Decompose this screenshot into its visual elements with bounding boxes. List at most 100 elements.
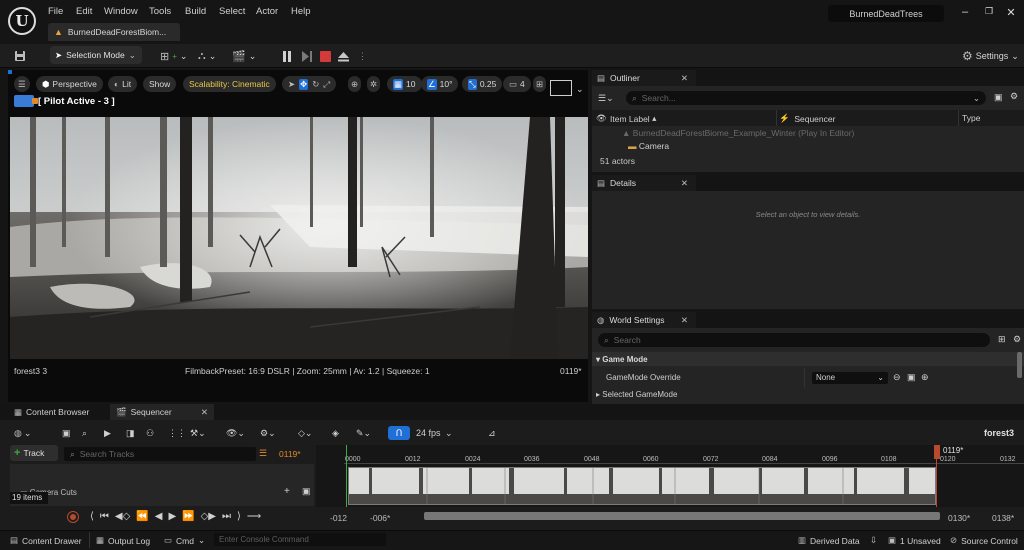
time-ruler[interactable] (344, 452, 1024, 464)
scale-tool-icon[interactable]: ⤢ (323, 79, 330, 90)
curve-editor-icon[interactable]: ⊿ (488, 426, 496, 440)
menu-build[interactable]: Build (185, 6, 206, 17)
close-icon[interactable]: ✕ (1000, 6, 1022, 20)
sequencer-tab[interactable]: 🎬 Sequencer ✕ (110, 404, 214, 420)
level-tab[interactable]: ▲ BurnedDeadForestBiom... (48, 23, 180, 41)
menu-window[interactable]: Window (104, 6, 138, 17)
view-options-icon[interactable]: 👁⌄ (226, 426, 245, 440)
add-track-button[interactable]: + Track (10, 445, 58, 461)
notifications-icon[interactable]: ⇩ (870, 534, 877, 547)
snap-magnet-icon[interactable]: Ո (388, 426, 410, 440)
layout-icon[interactable] (550, 80, 572, 96)
game-mode-section[interactable] (592, 352, 1024, 366)
visibility-column-icon[interactable]: 👁 (596, 113, 607, 124)
world-settings-search-input[interactable]: ⌕ Search (598, 333, 990, 347)
outliner-search-input[interactable]: ⌕ Search... ⌄ (626, 91, 986, 105)
snap-keys-icon[interactable]: ⋮⋮ (168, 426, 186, 440)
rotate-tool-icon[interactable]: ↻ (312, 79, 319, 90)
sequencer-column[interactable]: ⚡ Sequencer (779, 113, 835, 124)
maximize-viewport-button[interactable]: ⊞ (533, 76, 547, 92)
outliner-row-camera[interactable]: ▬ Camera (628, 141, 669, 151)
outliner-settings-icon[interactable]: ⚙ (1010, 91, 1018, 102)
surface-snap-button[interactable]: ✲ (367, 76, 381, 92)
curve-icon[interactable]: ◈ (332, 426, 339, 440)
output-log-button[interactable]: ▦ Output Log (96, 534, 150, 547)
outliner-close-icon[interactable]: ✕ (681, 73, 688, 84)
menu-edit[interactable]: Edit (76, 6, 92, 17)
content-drawer-button[interactable]: ▤ Content Drawer (10, 534, 82, 547)
find-in-browser-icon[interactable]: ⌕ (82, 426, 87, 440)
start-marker[interactable] (346, 445, 347, 507)
eject-icon[interactable] (338, 46, 349, 66)
grid-snap-button[interactable]: ▦ 10 (387, 76, 422, 92)
play-options-icon[interactable]: ⋮ (358, 46, 367, 66)
add-camera-cut-icon[interactable]: + (284, 486, 290, 497)
step-back-icon[interactable]: ⏪ (136, 511, 148, 522)
playhead-line[interactable] (936, 459, 937, 507)
scalability-button[interactable]: Scalability: Cinematic (183, 76, 276, 92)
filter-icon[interactable]: ☰⌄ (598, 93, 614, 104)
show-button[interactable]: Show (143, 76, 177, 92)
start-in-field[interactable]: -012 (330, 513, 347, 523)
jump-end-icon[interactable]: ⏭ (222, 511, 231, 522)
outliner-row-world[interactable]: ▲ BurnedDeadForestBiome_Example_Winter (… (622, 128, 854, 138)
outliner-tab[interactable]: ▤ Outliner ✕ (592, 70, 696, 86)
move-tool-icon[interactable]: ✥ (299, 78, 309, 90)
menu-help[interactable]: Help (291, 6, 311, 17)
end-in-field[interactable]: 0138* (992, 513, 1014, 523)
loop-icon[interactable]: ⟶ (247, 511, 261, 522)
camera-cut-section[interactable] (348, 467, 936, 505)
add-actor-button[interactable]: ⊞ + ⌄ (160, 46, 187, 66)
unreal-logo[interactable]: U (8, 7, 36, 35)
save-sequence-icon[interactable]: ▣ (62, 426, 71, 440)
lit-button[interactable]: ◐ Lit (108, 76, 138, 92)
current-frame-field[interactable]: 0119* (279, 449, 301, 459)
playhead-handle[interactable] (934, 445, 940, 459)
type-column[interactable]: Type (962, 113, 980, 123)
camera-speed-button[interactable]: ▭ 4 (503, 76, 531, 92)
sequencer-close-icon[interactable]: ✕ (201, 407, 208, 418)
save-icon[interactable] (14, 46, 26, 66)
item-label-column[interactable]: Item Label ▴ (610, 113, 656, 124)
world-settings-tab[interactable]: ◍ World Settings ✕ (592, 312, 696, 328)
menu-select[interactable]: Select (219, 6, 245, 17)
prev-key-icon[interactable]: ◀◇ (115, 511, 130, 522)
use-selected-icon[interactable]: ⊖ (893, 372, 901, 383)
playback-options-icon[interactable]: ⚙⌄ (260, 426, 276, 440)
set-start-icon[interactable]: ⟨ (90, 511, 94, 522)
next-key-icon[interactable]: ◇▶ (201, 511, 216, 522)
details-close-icon[interactable]: ✕ (681, 178, 688, 189)
maximize-icon[interactable]: ❐ (978, 6, 1000, 20)
layout-chevron-icon[interactable]: ⌄ (576, 84, 584, 95)
sequencer-world-button[interactable]: ◍ ⌄ (14, 426, 31, 440)
table-view-icon[interactable]: ⊞ (998, 334, 1006, 345)
unsaved-button[interactable]: ▣ 1 Unsaved (888, 534, 941, 547)
pilot-camera-icon[interactable] (14, 95, 38, 107)
menu-file[interactable]: File (48, 6, 63, 17)
jump-start-icon[interactable]: ⏮ (100, 511, 109, 522)
pause-button[interactable] (282, 46, 292, 66)
details-tab[interactable]: ▤ Details ✕ (592, 175, 696, 191)
step-forward-icon[interactable]: ⏩ (182, 511, 194, 522)
selection-mode-dropdown[interactable]: ➤ Selection Mode ⌄ (50, 46, 142, 64)
world-settings-scrollbar[interactable] (1017, 352, 1022, 378)
rotation-snap-button[interactable]: ∠ 10° (421, 76, 459, 92)
set-end-icon[interactable]: ⟩ (237, 511, 241, 522)
transform-tools[interactable]: ➤ ✥ ↻ ⤢ (282, 76, 337, 92)
world-local-button[interactable]: ⊕ (348, 76, 362, 92)
minimize-icon[interactable]: – (954, 6, 976, 20)
stop-button[interactable] (320, 46, 331, 66)
brush-icon[interactable]: ✎⌄ (356, 426, 371, 440)
add-icon[interactable]: ⊕ (921, 372, 929, 383)
timeline-scrollbar[interactable] (424, 512, 940, 520)
menu-actor[interactable]: Actor (256, 6, 278, 17)
content-browser-tab[interactable]: ▦ Content Browser (8, 404, 95, 420)
viewport-menu-button[interactable]: ☰ (14, 76, 30, 92)
derived-data-button[interactable]: ▥ Derived Data (798, 534, 860, 547)
settings-button[interactable]: ⚙ Settings ⌄ (962, 46, 1019, 66)
camera-cut-options-icon[interactable]: ▣ (302, 486, 311, 497)
capture-icon[interactable]: ◨ (126, 426, 135, 440)
selected-gamemode-row[interactable]: ▸ Selected GameMode (596, 390, 677, 399)
blueprint-button[interactable]: ⛬ ⌄ (198, 46, 216, 66)
world-settings-close-icon[interactable]: ✕ (681, 315, 688, 326)
